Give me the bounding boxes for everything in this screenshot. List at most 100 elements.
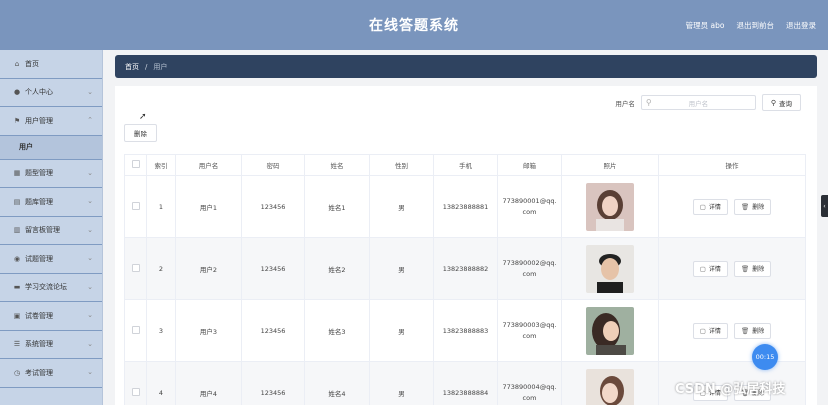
cell-photo	[561, 175, 659, 238]
table-row: 2 用户2 123456 姓名2 男 13823888882 773890002…	[124, 237, 806, 300]
column-header: 操作	[658, 154, 806, 176]
sidebar-item-papers[interactable]: ▣ 试卷管理 ⌄	[0, 302, 102, 331]
sidebar-item-profile[interactable]: ● 个人中心 ⌄	[0, 79, 102, 107]
cell-gender: 男	[369, 237, 434, 300]
sidebar-item-system[interactable]: ☰ 系统管理 ⌄	[0, 331, 102, 359]
delete-label: 删除	[752, 204, 765, 211]
breadcrumb-current: 用户	[153, 62, 168, 71]
user-photo	[586, 306, 634, 355]
sidebar-item-forum[interactable]: ▬ 学习交流论坛 ⌄	[0, 274, 102, 302]
cell-gender: 男	[369, 299, 434, 362]
email-line: com	[522, 393, 537, 402]
cell-name: 姓名1	[304, 175, 370, 238]
header-select-all	[124, 154, 147, 176]
sidebar-item-label: 学习交流论坛	[25, 283, 67, 292]
user-photo	[586, 368, 634, 405]
breadcrumb-separator: /	[145, 62, 148, 71]
sidebar-item-home[interactable]: ⌂ 首页	[0, 50, 102, 79]
breadcrumb: 首页 / 用户	[115, 55, 817, 78]
watermark: CSDN @弘居科技	[675, 382, 786, 397]
sidebar-item-question-types[interactable]: ▦ 题型管理 ⌄	[0, 160, 102, 188]
header-links: 管理员 abo 退出到前台 退出登录	[686, 20, 816, 31]
detail-button[interactable]: ▢ 详情	[692, 322, 728, 339]
search-button[interactable]: ⚲ 查询	[761, 94, 801, 111]
admin-name: 管理员 abo	[685, 21, 725, 30]
sidebar-item-question-bank[interactable]: ▤ 题库管理 ⌄	[0, 188, 102, 217]
row-checkbox[interactable]	[131, 201, 140, 210]
row-checkbox[interactable]	[131, 387, 140, 396]
detail-button[interactable]: ▢ 详情	[692, 198, 728, 215]
user-table: 索引 用户名 密码 姓名 性别 手机 邮箱 照片 操作 1 用户1 123456	[124, 154, 806, 405]
cell-photo	[561, 299, 659, 362]
sidebar-item-message-board[interactable]: ▥ 留言板管理 ⌄	[0, 217, 102, 245]
search-label: 用户名	[615, 99, 635, 108]
delete-button[interactable]: 🗑 删除	[733, 322, 772, 339]
email-line: com	[522, 269, 537, 278]
email-line: 773890002@qq.	[502, 258, 557, 267]
sidebar-item-exams[interactable]: ◷ 考试管理 ⌄	[0, 359, 102, 388]
column-header: 索引	[146, 154, 176, 176]
chat-icon: ▬	[13, 283, 21, 292]
column-header: 性别	[369, 154, 434, 176]
sidebar-item-label: 用户管理	[25, 116, 53, 125]
column-header: 手机	[433, 154, 498, 176]
row-select-cell	[124, 361, 147, 405]
delete-button[interactable]: 🗑 删除	[733, 260, 772, 277]
cell-index: 2	[146, 237, 176, 300]
select-all-checkbox[interactable]	[131, 160, 140, 168]
search-bar: 用户名 ⚲ 用户名 ⚲ 查询	[615, 94, 801, 111]
cell-phone: 13823888882	[433, 237, 498, 300]
table-row: 3 用户3 123456 姓名3 男 13823888883 773890003…	[124, 299, 806, 362]
delete-label: 删除	[752, 266, 765, 273]
logout-link[interactable]: 退出登录	[786, 20, 816, 31]
bar-chart-icon: ▥	[13, 226, 21, 235]
cell-phone: 13823888883	[433, 299, 498, 362]
breadcrumb-home[interactable]: 首页	[125, 62, 139, 72]
chevron-down-icon: ⌄	[87, 339, 93, 348]
delete-button[interactable]: 🗑 删除	[733, 198, 772, 215]
user-icon: ●	[13, 88, 21, 97]
cell-actions: ▢ 详情 🗑 删除	[658, 175, 806, 238]
delete-label: 删除	[752, 328, 765, 335]
email-line: com	[522, 207, 537, 216]
search-input[interactable]: ⚲ 用户名	[640, 95, 756, 110]
batch-delete-button[interactable]: 删除	[124, 124, 157, 142]
trash-icon: 🗑	[740, 202, 750, 211]
sidebar-item-label: 首页	[25, 59, 39, 68]
detail-button[interactable]: ▢ 详情	[692, 260, 728, 277]
sidebar-item-label: 试卷管理	[25, 311, 53, 320]
chevron-down-icon: ⌄	[87, 168, 93, 177]
flag-icon: ⚑	[13, 116, 21, 125]
cell-gender: 男	[369, 175, 434, 238]
column-header: 姓名	[304, 154, 370, 176]
sidebar-subitem-user[interactable]: 用户	[0, 135, 102, 160]
row-checkbox[interactable]	[131, 325, 140, 334]
column-header: 照片	[561, 154, 659, 176]
countdown-timer[interactable]: 00:15	[752, 344, 778, 370]
cell-email: 773890004@qq. com	[497, 361, 562, 405]
cell-actions: ▢ 详情 🗑 删除	[658, 299, 806, 362]
mouse-cursor-icon: ➚	[139, 112, 147, 122]
sidebar-item-label: 个人中心	[25, 88, 53, 97]
list-icon: ▤	[13, 197, 21, 206]
cell-password: 123456	[241, 237, 305, 300]
side-drawer-handle[interactable]: ‹	[821, 195, 828, 217]
chevron-down-icon: ⌄	[87, 197, 93, 205]
column-header: 密码	[241, 154, 305, 176]
row-checkbox[interactable]	[131, 263, 140, 272]
cell-password: 123456	[241, 361, 305, 405]
cell-index: 3	[146, 299, 176, 362]
table-row: 1 用户1 123456 姓名1 男 13823888881 773890001…	[124, 175, 806, 238]
cell-username: 用户4	[175, 361, 242, 405]
sidebar-item-label: 试题管理	[25, 254, 53, 263]
sidebar-item-users[interactable]: ⚑ 用户管理 ⌃	[0, 107, 102, 136]
exit-console-link[interactable]: 退出到前台	[737, 20, 775, 31]
chevron-down-icon: ⌄	[87, 87, 93, 96]
cell-index: 1	[146, 175, 176, 238]
cell-email: 773890003@qq. com	[497, 299, 562, 362]
table-header-row: 索引 用户名 密码 姓名 性别 手机 邮箱 照片 操作	[124, 154, 806, 176]
sidebar-item-label: 考试管理	[25, 368, 53, 377]
cell-phone: 13823888881	[433, 175, 498, 238]
sidebar-item-exam-questions[interactable]: ◉ 试题管理 ⌄	[0, 245, 102, 274]
chevron-down-icon: ⌄	[87, 368, 93, 376]
